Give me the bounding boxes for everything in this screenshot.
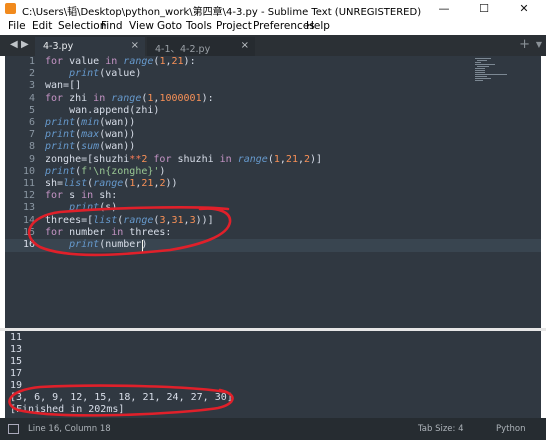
code-line: wan.append(zhi) bbox=[45, 104, 160, 116]
code-line: print(min(wan)) bbox=[45, 117, 136, 128]
tab-label: 4-1、4-2.py bbox=[155, 44, 211, 55]
minimap-line bbox=[475, 72, 485, 73]
line-number: 6 bbox=[28, 117, 35, 128]
menu-goto[interactable]: Goto bbox=[157, 20, 182, 32]
code-line: print(value) bbox=[69, 68, 142, 80]
text-cursor bbox=[142, 240, 143, 252]
line-number: 12 bbox=[22, 190, 35, 202]
output-line: [3, 6, 9, 12, 15, 18, 21, 24, 27, 30] bbox=[10, 392, 233, 403]
minimap-line bbox=[475, 68, 485, 69]
output-line: 15 bbox=[10, 356, 23, 367]
minimap-line bbox=[475, 62, 481, 63]
minimap-line bbox=[475, 74, 507, 75]
minimap-line bbox=[475, 64, 495, 65]
code-line: threes=[list(range(3,31,3))] bbox=[45, 214, 214, 226]
code-line: wan=[] bbox=[45, 80, 82, 92]
menu-view[interactable]: View bbox=[129, 20, 154, 32]
code-line: print(sum(wan)) bbox=[45, 141, 136, 153]
menu-help[interactable]: Help bbox=[306, 20, 330, 32]
tab-back-icon[interactable]: ◀ bbox=[10, 39, 18, 50]
minimap-line bbox=[475, 78, 491, 79]
code-line: for zhi in range(1,1000001): bbox=[45, 92, 214, 104]
minimap[interactable] bbox=[475, 56, 535, 86]
cursor-position: Line 16, Column 18 bbox=[28, 424, 111, 434]
syntax-mode[interactable]: Python bbox=[496, 424, 525, 434]
tab-close-icon[interactable]: × bbox=[131, 40, 139, 51]
panel-toggle-icon[interactable] bbox=[8, 424, 19, 434]
code-line: zonghe=[shuzhi**2 for shuzhi in range(1,… bbox=[45, 153, 323, 165]
minimap-line bbox=[477, 66, 489, 67]
build-output-panel: 11 13 15 17 19 [3, 6, 9, 12, 15, 18, 21,… bbox=[5, 331, 541, 418]
code-line: print(number) bbox=[69, 239, 148, 250]
window-title: C:\Users\韬\Desktop\python_work\第四章\4-3.p… bbox=[22, 7, 422, 18]
code-line: sh=list(range(1,21,2)) bbox=[45, 178, 178, 189]
minimize-button[interactable]: — bbox=[424, 1, 464, 17]
line-number: 13 bbox=[22, 202, 35, 214]
code-line: for value in range(1,21): bbox=[45, 56, 196, 67]
tab-4-1-4-2-py[interactable]: 4-1、4-2.py × bbox=[147, 37, 255, 56]
line-number: 10 bbox=[22, 165, 35, 177]
menu-find[interactable]: Find bbox=[101, 20, 123, 32]
tab-size[interactable]: Tab Size: 4 bbox=[418, 424, 464, 434]
minimap-line bbox=[475, 76, 487, 77]
minimap-line bbox=[477, 60, 487, 61]
menu-selection[interactable]: Selection bbox=[58, 20, 106, 32]
tab-forward-icon[interactable]: ▶ bbox=[21, 39, 29, 50]
minimap-line bbox=[475, 80, 483, 81]
line-number: 11 bbox=[22, 178, 35, 189]
maximize-button[interactable]: ☐ bbox=[464, 1, 504, 17]
line-number-gutter: 1 2 3 4 5 6 7 8 9 10 11 12 13 14 15 16 bbox=[5, 56, 37, 328]
sublime-app-icon bbox=[5, 3, 16, 14]
line-number: 4 bbox=[28, 92, 35, 104]
output-line: [Finished in 202ms] bbox=[10, 404, 125, 415]
code-editor[interactable]: 1 2 3 4 5 6 7 8 9 10 11 12 13 14 15 16 for value in ran… bbox=[5, 56, 541, 328]
output-line: 13 bbox=[10, 344, 23, 355]
line-number: 2 bbox=[28, 68, 35, 80]
line-number: 5 bbox=[28, 104, 35, 116]
menu-bar: File Edit Selection Find View Goto Tools… bbox=[0, 18, 546, 35]
code-line: print(f'\n{zonghe}') bbox=[45, 165, 166, 177]
code-line: for s in sh: bbox=[45, 190, 118, 202]
code-line: print(s) bbox=[69, 202, 118, 214]
menu-tools[interactable]: Tools bbox=[186, 20, 212, 32]
menu-edit[interactable]: Edit bbox=[32, 20, 52, 32]
tab-close-icon[interactable]: × bbox=[241, 40, 249, 51]
tab-bar: ◀ ▶ 4-3.py × 4-1、4-2.py × + ▼ bbox=[0, 35, 546, 56]
line-number: 8 bbox=[28, 141, 35, 153]
code-line: for number in threes: bbox=[45, 226, 172, 238]
line-number: 3 bbox=[28, 80, 35, 92]
code-line: print(max(wan)) bbox=[45, 129, 136, 141]
minimap-line bbox=[475, 70, 485, 71]
line-number: 1 bbox=[28, 56, 35, 67]
tab-list-dropdown-icon[interactable]: ▼ bbox=[536, 40, 542, 49]
tab-4-3-py[interactable]: 4-3.py × bbox=[35, 37, 145, 56]
line-number: 7 bbox=[28, 129, 35, 141]
new-tab-icon[interactable]: + bbox=[519, 37, 530, 52]
title-bar: C:\Users\韬\Desktop\python_work\第四章\4-3.p… bbox=[0, 0, 546, 18]
line-number: 14 bbox=[22, 214, 35, 226]
menu-project[interactable]: Project bbox=[216, 20, 252, 32]
menu-file[interactable]: File bbox=[8, 20, 26, 32]
minimap-line bbox=[475, 58, 491, 59]
output-line: 11 bbox=[10, 332, 23, 343]
line-number: 15 bbox=[22, 226, 35, 238]
close-button[interactable]: ✕ bbox=[504, 1, 544, 17]
output-line: 17 bbox=[10, 368, 23, 379]
status-bar: Line 16, Column 18 Tab Size: 4 Python bbox=[0, 418, 546, 440]
output-line: 19 bbox=[10, 380, 23, 391]
tab-label: 4-3.py bbox=[43, 41, 74, 52]
line-number: 16 bbox=[22, 239, 35, 250]
line-number: 9 bbox=[28, 153, 35, 165]
